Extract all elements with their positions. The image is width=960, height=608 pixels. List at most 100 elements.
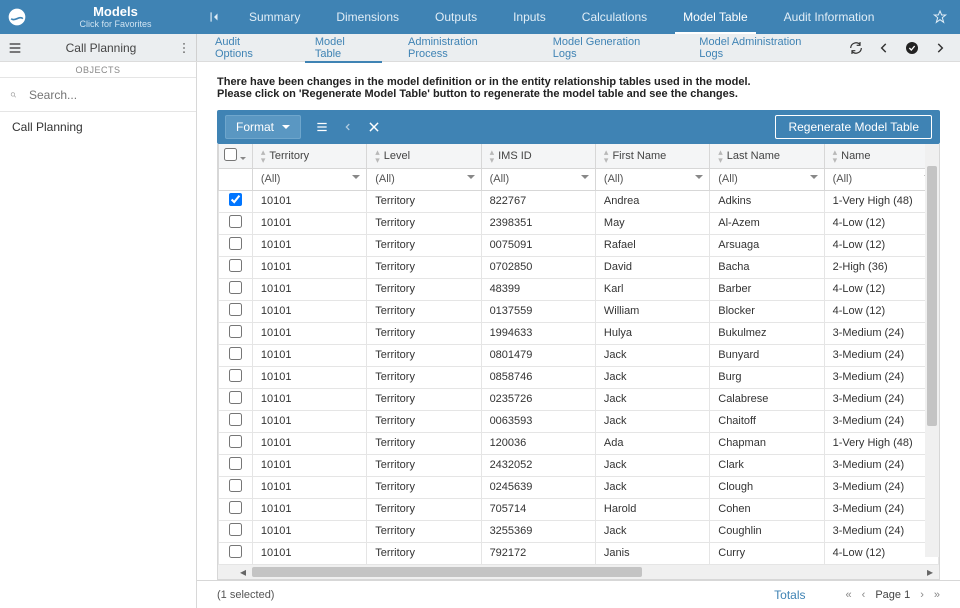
regenerate-button[interactable]: Regenerate Model Table	[775, 115, 932, 139]
row-checkbox[interactable]	[219, 234, 253, 256]
table-row[interactable]: 10101Territory0235726JackCalabrese3-Medi…	[219, 388, 939, 410]
column-territory[interactable]: ▴▾Territory	[252, 144, 366, 168]
row-checkbox[interactable]	[219, 256, 253, 278]
row-checkbox[interactable]	[219, 476, 253, 498]
column-ims-id[interactable]: ▴▾IMS ID	[481, 144, 595, 168]
table-row[interactable]: 10101Territory792172JanisCurry4-Low (12)	[219, 542, 939, 564]
collapse-sidebar-icon[interactable]	[203, 0, 225, 34]
check-circle-icon[interactable]	[898, 34, 926, 62]
scrollbar-thumb[interactable]	[927, 166, 937, 426]
vertical-scrollbar[interactable]	[925, 144, 939, 557]
cell-first: Janis	[595, 542, 709, 564]
table-row[interactable]: 10101Territory0858746JackBurg3-Medium (2…	[219, 366, 939, 388]
top-tab-dimensions[interactable]: Dimensions	[318, 0, 417, 34]
favorite-icon[interactable]	[920, 0, 960, 34]
next-icon[interactable]	[926, 34, 954, 62]
filter-ims-id[interactable]: (All)	[481, 168, 595, 190]
table-row[interactable]: 10101Territory2432052JackClark3-Medium (…	[219, 454, 939, 476]
row-checkbox[interactable]	[219, 454, 253, 476]
models-menu[interactable]: Models Click for Favorites	[34, 0, 197, 34]
cell-territory: 10101	[252, 454, 366, 476]
scrollbar-thumb[interactable]	[252, 567, 642, 577]
pager: « ‹ Page 1 › »	[846, 589, 940, 601]
row-checkbox[interactable]	[219, 432, 253, 454]
cell-territory: 10101	[252, 234, 366, 256]
row-checkbox[interactable]	[219, 366, 253, 388]
top-tab-summary[interactable]: Summary	[231, 0, 318, 34]
top-tab-calculations[interactable]: Calculations	[564, 0, 665, 34]
filter-first-name[interactable]: (All)	[595, 168, 709, 190]
table-row[interactable]: 10101Territory3255369JackCoughlin3-Mediu…	[219, 520, 939, 542]
search-input[interactable]	[27, 87, 186, 103]
scroll-left-icon[interactable]: ◂	[234, 565, 252, 579]
filter-level[interactable]: (All)	[367, 168, 481, 190]
hamburger-icon[interactable]	[0, 40, 30, 56]
table-row[interactable]: 10101Territory0075091RafaelArsuaga4-Low …	[219, 234, 939, 256]
filter-territory[interactable]: (All)	[252, 168, 366, 190]
list-view-icon[interactable]	[309, 114, 335, 140]
sub-tab-model-administration-logs[interactable]: Model Administration Logs	[681, 34, 842, 62]
sub-tab-model-table[interactable]: Model Table	[297, 34, 390, 62]
row-checkbox[interactable]	[219, 322, 253, 344]
selection-count: (1 selected)	[217, 589, 274, 601]
sub-tab-audit-options[interactable]: Audit Options	[197, 34, 297, 62]
more-icon[interactable]	[172, 41, 196, 55]
filter-name[interactable]: (All)	[824, 168, 938, 190]
table-row[interactable]: 10101Territory705714HaroldCohen3-Medium …	[219, 498, 939, 520]
column-name[interactable]: ▴▾Name	[824, 144, 938, 168]
sub-tab-model-generation-logs[interactable]: Model Generation Logs	[535, 34, 682, 62]
table-row[interactable]: 10101Territory1994633HulyaBukulmez3-Medi…	[219, 322, 939, 344]
table-row[interactable]: 10101Territory822767AndreaAdkins1-Very H…	[219, 190, 939, 212]
tree-root[interactable]: Call Planning	[0, 112, 196, 142]
table-row[interactable]: 10101Territory0801479JackBunyard3-Medium…	[219, 344, 939, 366]
row-checkbox[interactable]	[219, 278, 253, 300]
row-checkbox[interactable]	[219, 498, 253, 520]
chevron-left-icon[interactable]	[335, 114, 361, 140]
top-tab-audit-information[interactable]: Audit Information	[766, 0, 893, 34]
table-row[interactable]: 10101Territory0702850DavidBacha2-High (3…	[219, 256, 939, 278]
table-row[interactable]: 10101Territory48399KarlBarber4-Low (12)	[219, 278, 939, 300]
column-first-name[interactable]: ▴▾First Name	[595, 144, 709, 168]
table-row[interactable]: 10101Territory0063593JackChaitoff3-Mediu…	[219, 410, 939, 432]
row-checkbox[interactable]	[219, 520, 253, 542]
filter-last-name[interactable]: (All)	[710, 168, 824, 190]
column-level[interactable]: ▴▾Level	[367, 144, 481, 168]
app-logo[interactable]	[0, 0, 34, 34]
table-row[interactable]: 10101Territory2398351MayAl-Azem4-Low (12…	[219, 212, 939, 234]
pager-last-icon[interactable]: »	[934, 589, 940, 601]
main-area: There have been changes in the model def…	[197, 62, 960, 608]
cell-first: Ada	[595, 432, 709, 454]
prev-icon[interactable]	[870, 34, 898, 62]
format-dropdown[interactable]: Format	[225, 115, 301, 139]
row-checkbox[interactable]	[219, 300, 253, 322]
row-checkbox[interactable]	[219, 344, 253, 366]
format-label: Format	[236, 120, 274, 134]
totals-link[interactable]: Totals	[774, 588, 805, 602]
pager-prev-icon[interactable]: ‹	[862, 589, 866, 601]
models-subtitle: Click for Favorites	[34, 18, 197, 30]
pager-next-icon[interactable]: ›	[920, 589, 924, 601]
refresh-icon[interactable]	[842, 34, 870, 62]
scroll-right-icon[interactable]: ▸	[921, 565, 939, 579]
sidebar: OBJECTS Call Planning	[0, 62, 197, 608]
row-checkbox[interactable]	[219, 190, 253, 212]
row-checkbox[interactable]	[219, 212, 253, 234]
cell-level: Territory	[367, 190, 481, 212]
sub-tab-administration-process[interactable]: Administration Process	[390, 34, 535, 62]
horizontal-scrollbar[interactable]: ◂ ▸	[218, 565, 939, 579]
top-tab-inputs[interactable]: Inputs	[495, 0, 564, 34]
cell-level: Territory	[367, 322, 481, 344]
sub-bar-left: Call Planning	[0, 34, 197, 61]
top-tab-model-table[interactable]: Model Table	[665, 0, 766, 34]
table-row[interactable]: 10101Territory0137559WilliamBlocker4-Low…	[219, 300, 939, 322]
table-row[interactable]: 10101Territory120036AdaChapman1-Very Hig…	[219, 432, 939, 454]
row-checkbox[interactable]	[219, 410, 253, 432]
table-row[interactable]: 10101Territory0245639JackClough3-Medium …	[219, 476, 939, 498]
close-icon[interactable]	[361, 114, 387, 140]
top-tab-outputs[interactable]: Outputs	[417, 0, 495, 34]
pager-first-icon[interactable]: «	[846, 589, 852, 601]
row-checkbox[interactable]	[219, 388, 253, 410]
row-checkbox[interactable]	[219, 542, 253, 564]
header-checkbox[interactable]	[219, 144, 253, 168]
column-last-name[interactable]: ▴▾Last Name	[710, 144, 824, 168]
